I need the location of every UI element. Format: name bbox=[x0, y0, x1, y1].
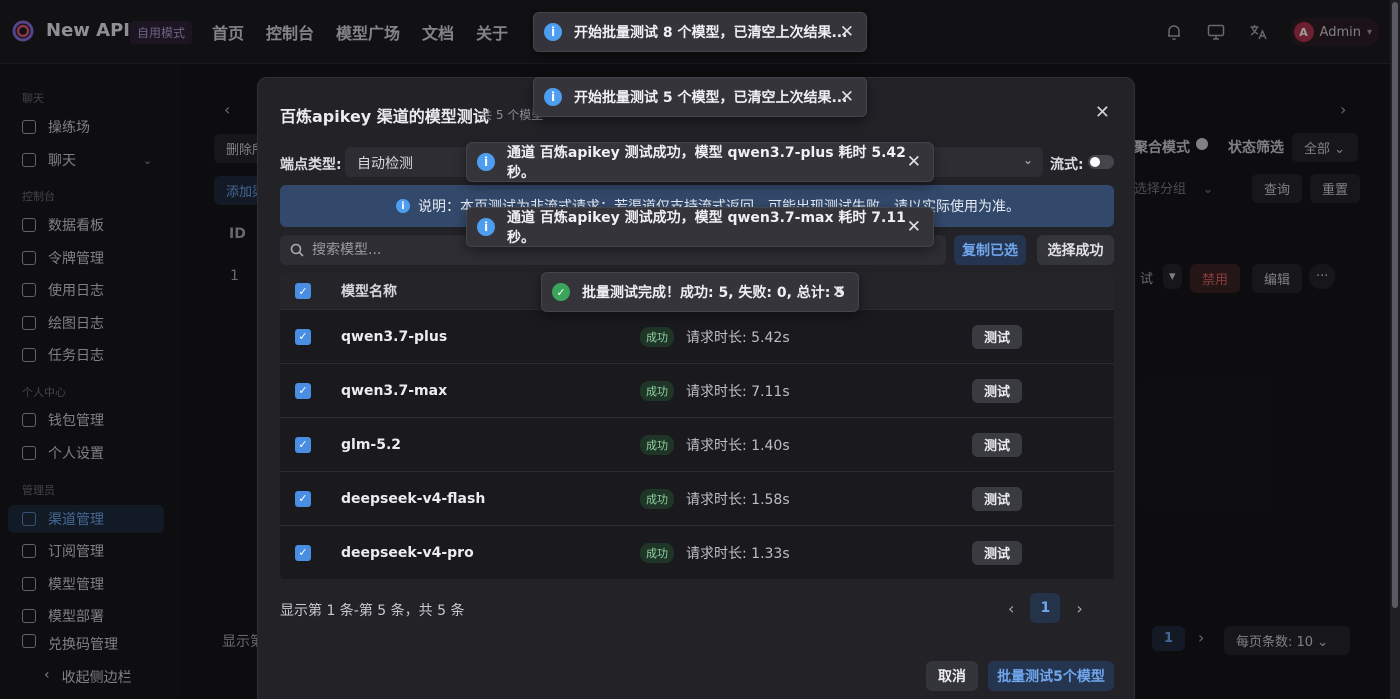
test-button[interactable]: 测试 bbox=[972, 432, 1022, 457]
endpoint-value: 自动检测 bbox=[357, 156, 413, 172]
close-icon[interactable]: ✕ bbox=[1095, 102, 1110, 123]
batch-test-button[interactable]: 批量测试5个模型 bbox=[988, 661, 1114, 691]
info-icon: i bbox=[396, 199, 410, 213]
model-name: glm-5.2 bbox=[341, 436, 402, 453]
request-duration: 请求时长: 1.33s bbox=[686, 545, 790, 562]
page-button[interactable]: 1 bbox=[1030, 593, 1061, 623]
test-button[interactable]: 测试 bbox=[972, 486, 1022, 511]
cancel-button[interactable]: 取消 bbox=[926, 661, 978, 691]
pagination-text: 显示第 1 条-第 5 条，共 5 条 bbox=[280, 603, 465, 619]
toast-text: 开始批量测试 8 个模型，已清空上次结果... bbox=[574, 25, 848, 41]
close-icon[interactable]: ✕ bbox=[907, 217, 921, 237]
model-table: ✓ 模型名称 ✓ qwen3.7-plus 成功 请求时长: 5.42s 测试 … bbox=[280, 273, 1114, 579]
toast-text: 开始批量测试 5 个模型，已清空上次结果... bbox=[574, 90, 848, 106]
close-icon[interactable]: ✕ bbox=[832, 282, 846, 302]
scrollbar-thumb[interactable] bbox=[1392, 2, 1398, 608]
toast-notification: i 通道 百炼apikey 测试成功，模型 qwen3.7-plus 耗时 5.… bbox=[466, 142, 934, 182]
toast-notification: ✓ 批量测试完成！成功: 5, 失败: 0, 总计: 5 ✕ bbox=[541, 272, 859, 312]
info-icon: i bbox=[544, 88, 562, 106]
request-duration: 请求时长: 5.42s bbox=[686, 329, 790, 346]
model-name: deepseek-v4-flash bbox=[341, 490, 486, 507]
toast-text: 通道 百炼apikey 测试成功，模型 qwen3.7-plus 耗时 5.42… bbox=[507, 145, 906, 181]
toast-notification: i 通道 百炼apikey 测试成功，模型 qwen3.7-max 耗时 7.1… bbox=[466, 207, 934, 247]
page-scrollbar[interactable] bbox=[1390, 0, 1400, 699]
chevron-right-icon[interactable]: › bbox=[1076, 599, 1082, 618]
row-checkbox[interactable]: ✓ bbox=[295, 382, 311, 399]
status-badge: 成功 bbox=[640, 434, 674, 455]
toast-notification: i 开始批量测试 8 个模型，已清空上次结果... ✕ bbox=[533, 12, 867, 52]
row-checkbox[interactable]: ✓ bbox=[295, 490, 311, 507]
model-name: qwen3.7-plus bbox=[341, 328, 448, 345]
toast-text: 通道 百炼apikey 测试成功，模型 qwen3.7-max 耗时 7.11 … bbox=[507, 210, 906, 246]
table-row: ✓ glm-5.2 成功 请求时长: 1.40s 测试 bbox=[280, 417, 1114, 471]
status-badge: 成功 bbox=[640, 542, 674, 563]
test-button[interactable]: 测试 bbox=[972, 378, 1022, 403]
row-checkbox[interactable]: ✓ bbox=[295, 328, 311, 345]
check-circle-icon: ✓ bbox=[552, 283, 570, 301]
endpoint-label: 端点类型: bbox=[280, 157, 342, 173]
stream-label: 流式: bbox=[1050, 157, 1084, 173]
status-badge: 成功 bbox=[640, 326, 674, 347]
chevron-down-icon: ⌄ bbox=[1022, 153, 1033, 167]
info-icon: i bbox=[477, 153, 495, 171]
table-row: ✓ qwen3.7-max 成功 请求时长: 7.11s 测试 bbox=[280, 363, 1114, 417]
chevron-left-icon[interactable]: ‹ bbox=[1008, 599, 1014, 618]
info-icon: i bbox=[477, 218, 495, 236]
status-badge: 成功 bbox=[640, 488, 674, 509]
model-name: qwen3.7-max bbox=[341, 382, 448, 399]
modal-title: 百炼apikey 渠道的模型测试 bbox=[280, 107, 489, 126]
request-duration: 请求时长: 7.11s bbox=[686, 383, 790, 400]
toast-text: 批量测试完成！成功: 5, 失败: 0, 总计: 5 bbox=[582, 285, 846, 301]
stream-toggle[interactable] bbox=[1088, 155, 1114, 169]
pagination: ‹ 1 › bbox=[1008, 593, 1083, 623]
toast-notification: i 开始批量测试 5 个模型，已清空上次结果... ✕ bbox=[533, 77, 867, 117]
model-name: deepseek-v4-pro bbox=[341, 544, 474, 561]
info-icon: i bbox=[544, 23, 562, 41]
copy-selected-button[interactable]: 复制已选 bbox=[954, 235, 1026, 265]
table-row: ✓ deepseek-v4-flash 成功 请求时长: 1.58s 测试 bbox=[280, 471, 1114, 525]
request-duration: 请求时长: 1.40s bbox=[686, 437, 790, 454]
table-row: ✓ qwen3.7-plus 成功 请求时长: 5.42s 测试 bbox=[280, 309, 1114, 363]
close-icon[interactable]: ✕ bbox=[840, 87, 854, 107]
request-duration: 请求时长: 1.58s bbox=[686, 491, 790, 508]
test-button[interactable]: 测试 bbox=[972, 324, 1022, 349]
close-icon[interactable]: ✕ bbox=[840, 22, 854, 42]
row-checkbox[interactable]: ✓ bbox=[295, 544, 311, 561]
close-icon[interactable]: ✕ bbox=[907, 152, 921, 172]
test-button[interactable]: 测试 bbox=[972, 540, 1022, 565]
search-icon bbox=[290, 243, 304, 257]
select-success-button[interactable]: 选择成功 bbox=[1037, 235, 1114, 265]
select-all-checkbox[interactable]: ✓ bbox=[295, 283, 311, 299]
status-badge: 成功 bbox=[640, 380, 674, 401]
row-checkbox[interactable]: ✓ bbox=[295, 436, 311, 453]
table-row: ✓ deepseek-v4-pro 成功 请求时长: 1.33s 测试 bbox=[280, 525, 1114, 579]
column-model-name: 模型名称 bbox=[341, 284, 397, 300]
